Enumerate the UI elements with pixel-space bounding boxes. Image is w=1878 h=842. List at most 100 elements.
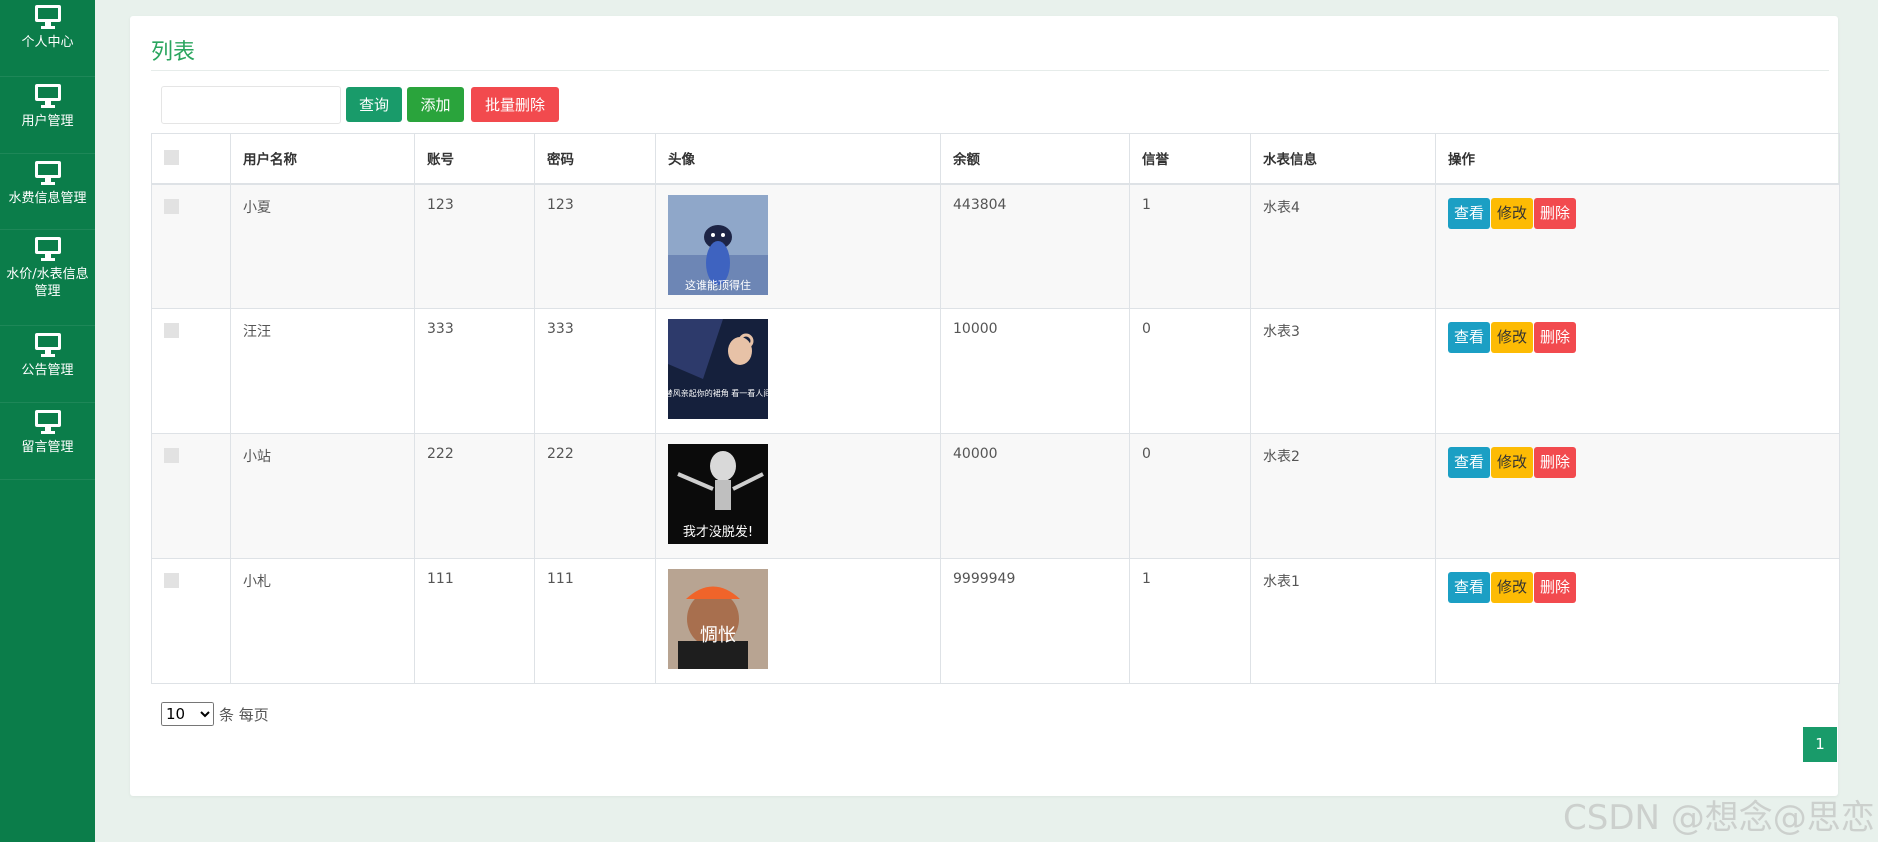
pagination-page-button[interactable]: 1 — [1803, 727, 1837, 762]
delete-button[interactable]: 删除 — [1534, 572, 1577, 603]
view-button[interactable]: 查看 — [1448, 572, 1491, 603]
row-checkbox[interactable] — [164, 573, 179, 588]
avatar-caption: 好想替风亲起你的裙角 看一看人间仙境 — [668, 388, 768, 398]
cell-name: 小站 — [230, 433, 415, 559]
sidebar-item-label: 水价/水表信息管理 — [6, 267, 89, 299]
row-checkbox[interactable] — [164, 323, 179, 338]
cell-balance: 40000 — [940, 433, 1130, 559]
cell-name: 汪汪 — [230, 308, 415, 434]
cell-password: 333 — [534, 308, 656, 434]
table-header-row: 用户名称 账号 密码 头像 余额 信誉 水表信息 操作 — [151, 133, 1840, 185]
sidebar-item-water-price-management[interactable]: 水价/水表信息管理 — [0, 230, 95, 326]
cell-balance: 9999949 — [940, 558, 1130, 684]
page-size-label: 条 每页 — [219, 705, 269, 724]
user-table: 用户名称 账号 密码 头像 余额 信誉 水表信息 操作 小夏 123 123 这… — [151, 133, 1840, 684]
avatar: 惆怅 — [668, 569, 768, 669]
view-button[interactable]: 查看 — [1448, 447, 1491, 478]
cell-meter: 水表3 — [1250, 308, 1436, 434]
table-row: 小夏 123 123 这谁能顶得住 443804 1 水表4 查看 修改 删除 — [151, 183, 1840, 309]
page-title: 列表 — [151, 40, 196, 65]
sidebar-item-personal-center[interactable]: 个人中心 — [0, 0, 95, 77]
avatar: 这谁能顶得住 — [668, 194, 768, 295]
cell-credit: 0 — [1129, 308, 1251, 434]
sidebar-item-label: 水费信息管理 — [8, 191, 87, 206]
edit-button[interactable]: 修改 — [1491, 572, 1534, 603]
cell-avatar: 这谁能顶得住 — [655, 183, 941, 309]
row-select-cell — [151, 183, 231, 309]
row-select-cell — [151, 558, 231, 684]
edit-button[interactable]: 修改 — [1491, 322, 1534, 353]
cell-avatar: 惆怅 — [655, 558, 941, 684]
row-select-cell — [151, 433, 231, 559]
sidebar-item-label: 用户管理 — [21, 114, 74, 129]
page-size-select[interactable]: 10 — [161, 702, 214, 726]
sidebar-item-message-management[interactable]: 留言管理 — [0, 403, 95, 480]
avatar: 好想替风亲起你的裙角 看一看人间仙境 — [668, 319, 768, 419]
column-header-avatar: 头像 — [655, 133, 941, 185]
delete-button[interactable]: 删除 — [1534, 197, 1577, 229]
monitor-icon — [34, 161, 61, 185]
cell-account: 222 — [414, 433, 535, 559]
cell-password: 222 — [534, 433, 656, 559]
page-size-control: 10 条 每页 — [161, 702, 269, 726]
cell-password: 111 — [534, 558, 656, 684]
column-header-actions: 操作 — [1435, 133, 1840, 185]
cell-name: 小札 — [230, 558, 415, 684]
cell-account: 123 — [414, 183, 535, 309]
watermark: CSDN @想念@思恋 — [1563, 798, 1875, 838]
batch-delete-button[interactable]: 批量删除 — [471, 87, 559, 122]
select-all-checkbox[interactable] — [164, 149, 179, 165]
edit-button[interactable]: 修改 — [1491, 447, 1534, 478]
table-row: 小站 222 222 我才没脱发! 40000 0 水表2 查看 修改 删除 — [151, 433, 1840, 559]
monitor-icon — [34, 333, 61, 357]
sidebar-item-label: 公告管理 — [21, 363, 74, 378]
sidebar-item-water-fee-management[interactable]: 水费信息管理 — [0, 154, 95, 230]
sidebar-item-announcement-management[interactable]: 公告管理 — [0, 326, 95, 403]
monitor-icon — [34, 237, 61, 261]
cell-avatar: 好想替风亲起你的裙角 看一看人间仙境 — [655, 308, 941, 434]
column-header-name: 用户名称 — [230, 133, 415, 185]
cell-actions: 查看 修改 删除 — [1435, 558, 1840, 684]
cell-balance: 10000 — [940, 308, 1130, 434]
cell-credit: 1 — [1129, 558, 1251, 684]
cell-name: 小夏 — [230, 183, 415, 309]
query-button[interactable]: 查询 — [346, 87, 402, 122]
column-header-balance: 余额 — [940, 133, 1130, 185]
cell-balance: 443804 — [940, 183, 1130, 309]
sidebar: 个人中心 用户管理 水费信息管理 水价/水表信息管理 公告管理 留言管理 — [0, 0, 95, 842]
title-divider — [151, 70, 1829, 71]
select-all-header — [151, 133, 231, 185]
monitor-icon — [34, 5, 61, 29]
user-table-container: 用户名称 账号 密码 头像 余额 信誉 水表信息 操作 小夏 123 123 这… — [151, 133, 1840, 684]
cell-actions: 查看 修改 删除 — [1435, 183, 1840, 309]
table-row: 小札 111 111 惆怅 9999949 1 水表1 查看 修改 删除 — [151, 558, 1840, 684]
column-header-account: 账号 — [414, 133, 535, 185]
sidebar-item-user-management[interactable]: 用户管理 — [0, 77, 95, 154]
monitor-icon — [34, 84, 61, 108]
avatar-caption: 我才没脱发! — [683, 524, 753, 540]
search-input[interactable] — [161, 86, 341, 124]
view-button[interactable]: 查看 — [1448, 322, 1491, 353]
cell-credit: 0 — [1129, 433, 1251, 559]
view-button[interactable]: 查看 — [1448, 197, 1491, 229]
cell-account: 111 — [414, 558, 535, 684]
row-checkbox[interactable] — [164, 198, 179, 214]
sidebar-item-label: 留言管理 — [21, 440, 74, 455]
edit-button[interactable]: 修改 — [1491, 197, 1534, 229]
cell-credit: 1 — [1129, 183, 1251, 309]
cell-meter: 水表1 — [1250, 558, 1436, 684]
add-button[interactable]: 添加 — [407, 87, 464, 122]
column-header-credit: 信誉 — [1129, 133, 1251, 185]
delete-button[interactable]: 删除 — [1534, 322, 1577, 353]
delete-button[interactable]: 删除 — [1534, 447, 1577, 478]
cell-actions: 查看 修改 删除 — [1435, 433, 1840, 559]
cell-meter: 水表2 — [1250, 433, 1436, 559]
avatar-caption: 惆怅 — [700, 625, 736, 646]
avatar: 我才没脱发! — [668, 444, 768, 544]
list-card: 列表 查询 添加 批量删除 用户名称 账号 密码 头像 余额 信誉 水表信息 操… — [130, 16, 1840, 796]
row-checkbox[interactable] — [164, 448, 179, 463]
row-select-cell — [151, 308, 231, 434]
monitor-icon — [34, 410, 61, 434]
cell-avatar: 我才没脱发! — [655, 433, 941, 559]
sidebar-item-label: 个人中心 — [21, 35, 74, 50]
